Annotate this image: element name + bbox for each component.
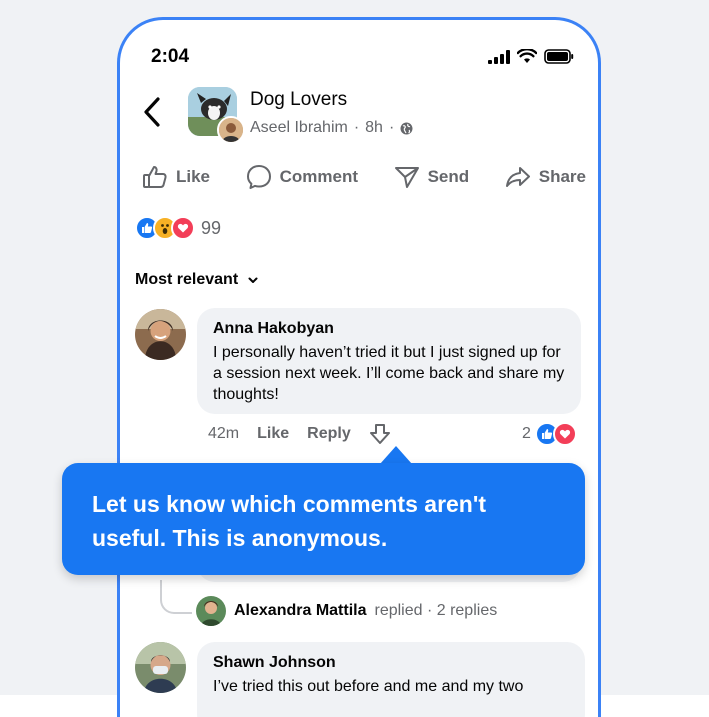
reaction-summary[interactable]: 99 [135, 216, 221, 240]
reply-thread-line [160, 580, 192, 614]
comment-button[interactable]: Comment [246, 164, 358, 190]
view-replies[interactable]: Alexandra Mattila replied · 2 replies [196, 596, 497, 626]
author-avatar[interactable] [217, 116, 245, 144]
status-time: 2:04 [151, 46, 190, 67]
comment-actions: 42m Like Reply [208, 423, 391, 445]
share-button[interactable]: Share [505, 164, 586, 190]
comment-time: 42m [208, 425, 240, 442]
replier-avatar [196, 596, 226, 626]
commenter-avatar[interactable] [135, 309, 186, 360]
comment-reaction-count: 2 [522, 425, 531, 442]
tooltip-text: Let us know which comments aren't useful… [92, 491, 486, 551]
love-reaction-icon [171, 216, 195, 240]
comment-like-button[interactable]: Like [257, 425, 289, 443]
battery-icon [544, 49, 574, 64]
send-icon [394, 167, 419, 188]
tooltip-arrow [380, 446, 412, 464]
signal-icon [488, 49, 510, 64]
post-meta: Aseel Ibrahim · 8h · [250, 119, 413, 137]
comment-love-reaction-icon [552, 422, 577, 446]
back-button[interactable] [142, 96, 162, 133]
post-actions: Like Comment Send Share [142, 164, 586, 190]
commenter-avatar-2[interactable] [135, 642, 186, 693]
replies-text: replied · 2 replies [374, 602, 498, 619]
comment-reaction-summary[interactable]: 2 [522, 422, 577, 446]
group-name[interactable]: Dog Lovers [250, 89, 347, 111]
commenter-name-2[interactable]: Shawn Johnson [213, 654, 569, 672]
replier-name: Alexandra Mattila [234, 602, 367, 619]
sort-label: Most relevant [135, 271, 239, 288]
comment-text: I personally haven’t tried it but I just… [213, 344, 565, 403]
chevron-down-icon [248, 277, 258, 283]
reaction-count: 99 [201, 217, 222, 238]
meta-separator: · [353, 119, 360, 136]
like-label: Like [176, 167, 211, 186]
like-button[interactable]: Like [142, 164, 210, 190]
send-label: Send [427, 167, 470, 186]
comment-bubble-2[interactable]: Shawn Johnson I’ve tried this out before… [197, 642, 585, 717]
sort-dropdown[interactable]: Most relevant [135, 271, 258, 289]
post-time[interactable]: 8h [365, 119, 383, 137]
author-name[interactable]: Aseel Ibrahim [250, 119, 348, 137]
wifi-icon [517, 49, 537, 63]
status-icons [488, 49, 574, 64]
comment-reply-button[interactable]: Reply [307, 425, 351, 443]
chevron-left-icon [144, 97, 160, 127]
downvote-icon[interactable] [369, 423, 391, 445]
feedback-tooltip[interactable]: Let us know which comments aren't useful… [62, 463, 585, 575]
comment-text-2: I’ve tried this out before and me and my… [213, 678, 524, 695]
globe-icon [400, 122, 413, 134]
comment-label: Comment [279, 167, 359, 186]
phone-frame: 2:04 Dog Lovers Aseel Ibrahim · 8h · Lik… [117, 17, 601, 717]
comment-bubble[interactable]: Anna Hakobyan I personally haven’t tried… [197, 308, 581, 414]
comment-bubble-icon [246, 165, 271, 189]
share-label: Share [538, 167, 586, 186]
commenter-name[interactable]: Anna Hakobyan [213, 320, 565, 338]
meta-separator-2: · [388, 119, 395, 136]
send-button[interactable]: Send [394, 164, 470, 190]
share-arrow-icon [505, 167, 530, 187]
thumbs-up-icon [143, 166, 167, 188]
